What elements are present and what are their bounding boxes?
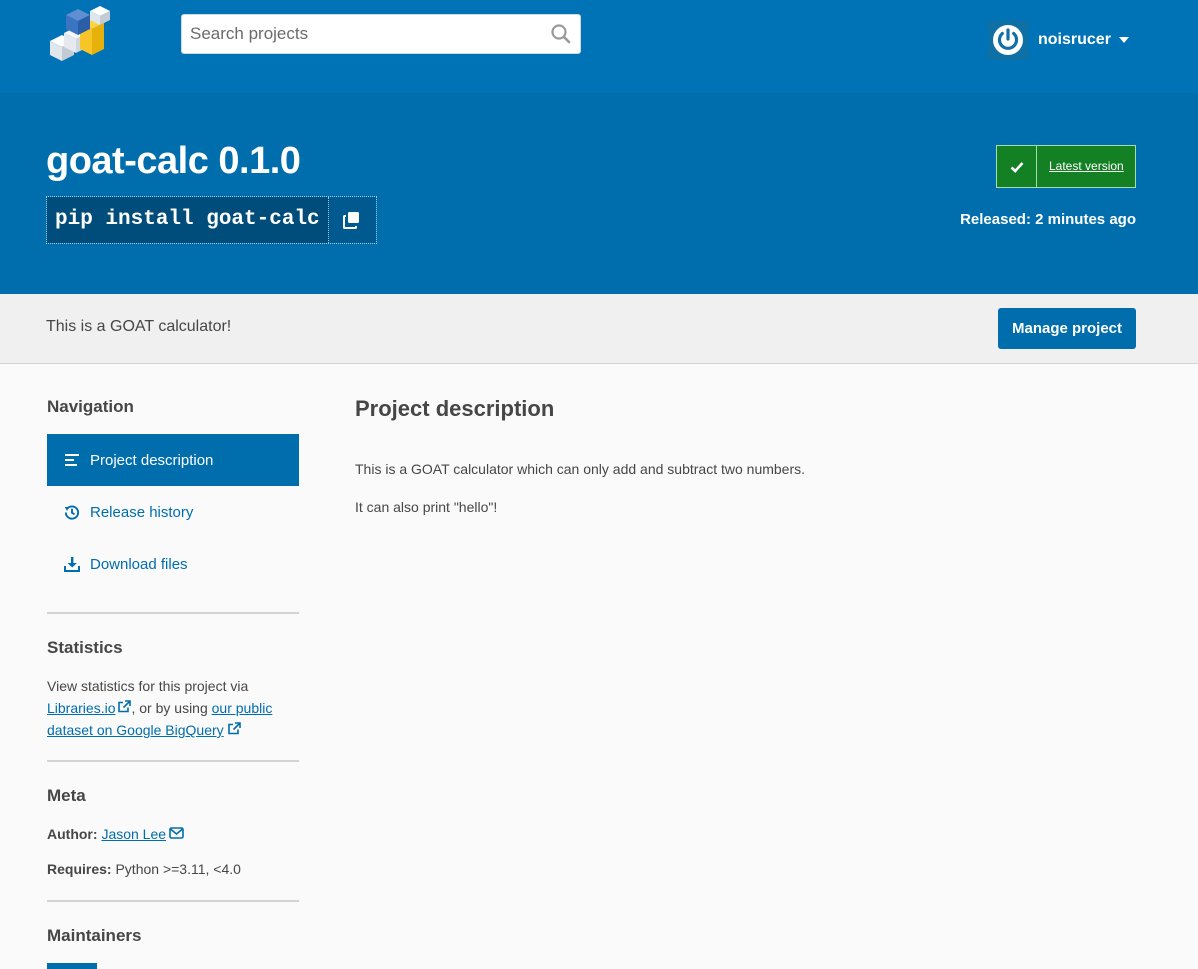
requires-row: Requires: Python >=3.11, <4.0 [47, 861, 241, 877]
divider [47, 612, 299, 614]
meta-heading: Meta [47, 786, 86, 805]
align-left-icon [64, 452, 80, 468]
avatar [988, 20, 1028, 60]
project-description-section: Project description This is a GOAT calcu… [355, 396, 805, 515]
package-summary: This is a GOAT calculator! Manage projec… [0, 294, 1198, 364]
nav-item-label: Release history [90, 503, 194, 521]
nav-item-project-description[interactable]: Project description [47, 434, 299, 486]
section-heading: Project description [355, 396, 555, 421]
check-icon [997, 146, 1037, 187]
latest-version-link[interactable]: Latest version [1037, 146, 1124, 187]
nav-item-release-history[interactable]: Release history [47, 486, 299, 538]
pip-install-box: pip install goat-calc [46, 196, 377, 244]
nav-item-label: Download files [90, 555, 188, 573]
latest-version-badge[interactable]: Latest version [996, 145, 1136, 188]
statistics-text: View statistics for this project via Lib… [47, 678, 273, 738]
author-row: Author: Jason Lee [47, 826, 299, 842]
user-menu[interactable]: noisrucer [988, 20, 1129, 60]
package-banner [0, 93, 1198, 294]
author-email-link[interactable]: Jason Lee [101, 826, 184, 842]
maintainer-avatar[interactable] [47, 963, 97, 969]
search-box [181, 14, 581, 54]
top-bar: noisrucer [0, 0, 1198, 93]
divider [47, 900, 299, 902]
pypi-logo[interactable] [46, 5, 112, 63]
chevron-down-icon [1118, 37, 1129, 43]
username: noisrucer [1038, 31, 1111, 48]
release-date: Released: 2 minutes ago [960, 211, 1136, 228]
libraries-io-link[interactable]: Libraries.io [47, 700, 132, 716]
project-navigation: Project description Release history Down… [47, 434, 299, 590]
summary-text: This is a GOAT calculator! [46, 318, 232, 335]
copy-button[interactable] [328, 197, 376, 243]
external-link-icon [227, 722, 241, 735]
manage-project-button[interactable]: Manage project [998, 308, 1136, 349]
navigation-heading: Navigation [47, 397, 134, 416]
external-link-icon [118, 700, 132, 713]
history-icon [64, 504, 80, 520]
statistics-heading: Statistics [47, 638, 123, 657]
sidebar: Navigation Project description Release h [47, 364, 299, 946]
search-input[interactable] [182, 15, 542, 53]
divider [47, 760, 299, 762]
description-paragraph: It can also print "hello"! [355, 499, 498, 515]
copy-icon [343, 212, 360, 229]
search-button[interactable] [550, 23, 572, 45]
search-icon [551, 24, 571, 44]
nav-item-download-files[interactable]: Download files [47, 538, 299, 590]
maintainers-heading: Maintainers [47, 926, 142, 945]
nav-item-label: Project description [90, 451, 214, 469]
envelope-icon [169, 827, 184, 839]
download-icon [64, 556, 80, 572]
package-title: goat-calc 0.1.0 [46, 140, 301, 182]
description-paragraph: This is a GOAT calculator which can only… [355, 461, 806, 477]
pip-command[interactable]: pip install goat-calc [47, 197, 329, 243]
